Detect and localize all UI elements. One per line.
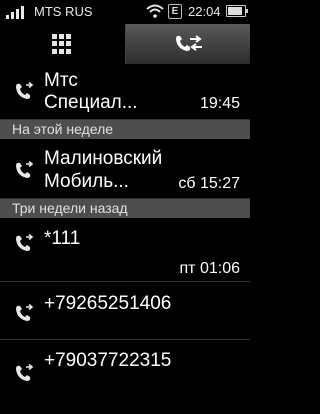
call-log-row[interactable]: +79265251406 <box>0 282 250 340</box>
battery-icon <box>226 5 248 17</box>
call-log-icon <box>175 35 202 51</box>
outgoing-call-icon <box>16 234 34 251</box>
outgoing-call-icon <box>16 304 34 321</box>
call-time: пт 01:06 <box>179 260 240 277</box>
outgoing-call-icon <box>16 161 34 178</box>
call-log-row[interactable]: Малиновский Мобиль... сб 15:27 <box>0 139 250 199</box>
carrier-name: MTS RUS <box>34 4 93 19</box>
contact-number-type: Специал... <box>44 92 138 113</box>
tab-dialpad[interactable] <box>0 24 125 64</box>
call-log-row[interactable]: +79037722315 <box>0 340 250 414</box>
call-log-list: Мтс Специал... 19:45 На этой неделе Мали… <box>0 64 250 414</box>
call-time: сб 15:27 <box>178 175 240 192</box>
contact-name: +79037722315 <box>44 350 172 371</box>
contact-name: +79265251406 <box>44 293 172 314</box>
section-header: Три недели назад <box>0 199 250 218</box>
network-type-badge: E <box>168 4 182 19</box>
contact-number-type: Мобиль... <box>44 171 129 192</box>
outgoing-call-icon <box>16 82 34 99</box>
tab-call-log[interactable] <box>124 24 250 64</box>
call-log-row[interactable]: Мтс Специал... 19:45 <box>0 64 250 120</box>
signal-strength-icon <box>6 6 28 19</box>
call-log-row[interactable]: *111 пт 01:06 <box>0 218 250 282</box>
section-header: На этой неделе <box>0 120 250 139</box>
contact-name: Малиновский <box>44 148 163 169</box>
call-time: 19:45 <box>199 95 240 112</box>
outgoing-call-icon <box>16 364 34 381</box>
contact-name: Мтс <box>44 70 78 91</box>
dialpad-icon <box>52 34 72 54</box>
tab-bar <box>0 24 250 64</box>
clock: 22:04 <box>188 4 221 19</box>
contact-name: *111 <box>44 228 81 249</box>
status-bar: MTS RUS E 22:04 <box>0 0 250 24</box>
wifi-icon <box>146 4 164 18</box>
